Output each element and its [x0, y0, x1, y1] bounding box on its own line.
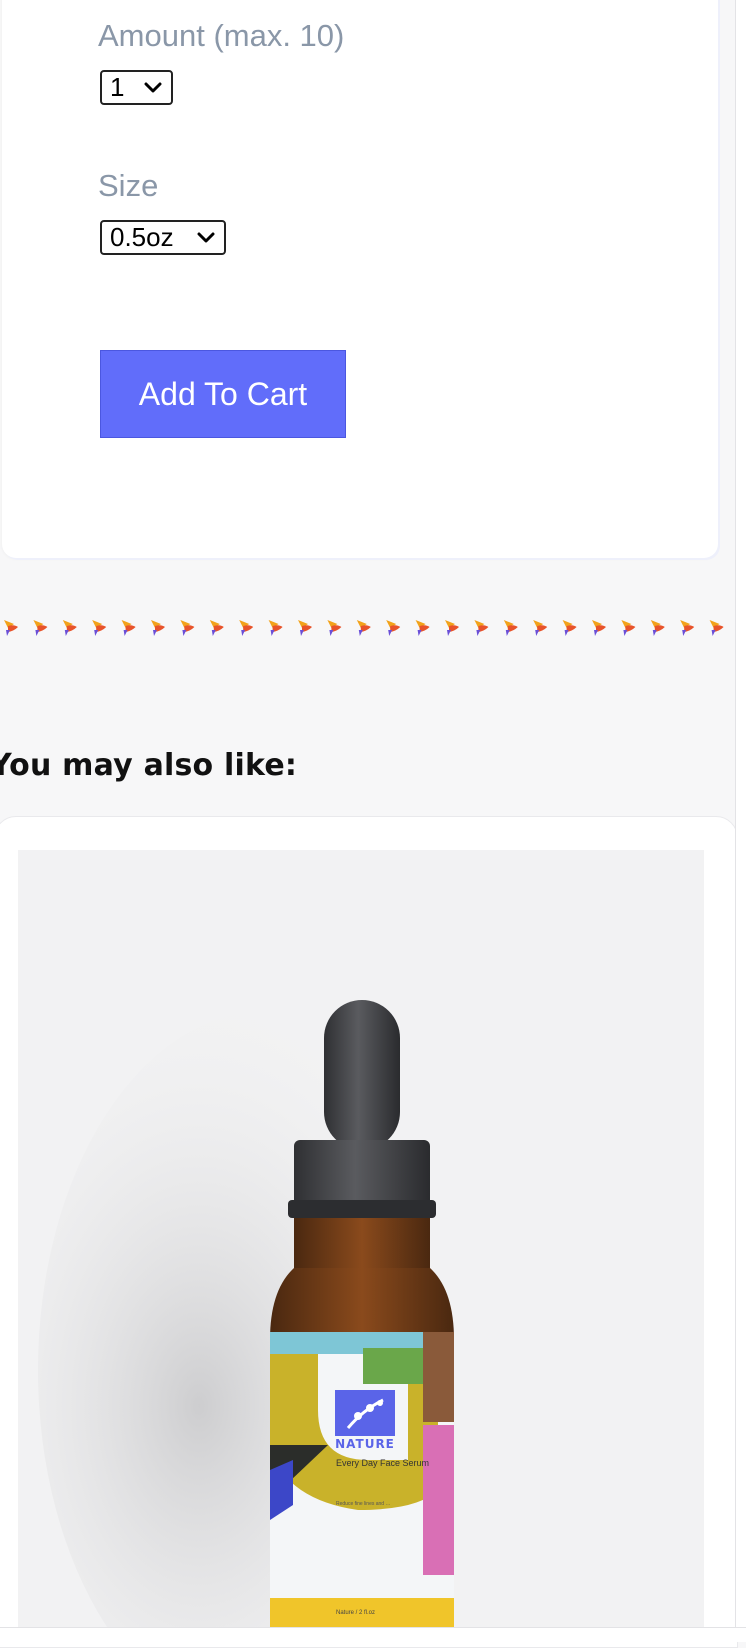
- size-select[interactable]: 0.5oz: [100, 220, 226, 255]
- amount-select-value: 1: [110, 72, 125, 102]
- hummingbird-icon: [503, 620, 518, 636]
- hummingbird-icon: [562, 620, 577, 636]
- hummingbird-icon: [445, 620, 459, 636]
- hummingbird-icon: [356, 620, 371, 636]
- size-select-value: 0.5oz: [110, 222, 174, 252]
- hummingbird-icon: [650, 620, 665, 636]
- hummingbird-icon: [298, 620, 312, 636]
- size-label: Size: [98, 168, 159, 203]
- amount-label: Amount (max. 10): [98, 18, 345, 53]
- hummingbird-icon: [4, 620, 18, 636]
- product-options-card: Amount (max. 10) 1 Size 0.5oz Add To Car…: [2, 0, 718, 558]
- amount-select[interactable]: 1: [100, 70, 173, 105]
- hummingbird-icon: [680, 620, 695, 636]
- hummingbird-icon: [33, 620, 48, 636]
- label-desc-text: Reduce fine lines and …: [336, 1501, 390, 1507]
- recommendations-title: You may also like:: [0, 748, 298, 783]
- hummingbird-icon: [592, 620, 606, 636]
- scrollbar-track[interactable]: [735, 0, 746, 1642]
- hummingbird-icon: [327, 620, 342, 636]
- chevron-down-icon: [197, 232, 215, 243]
- hummingbird-icon: [709, 620, 724, 636]
- hummingbird-icon: [92, 620, 107, 636]
- divider-graphic: [4, 620, 724, 636]
- hummingbird-icon: [268, 620, 283, 636]
- label-name-text: Every Day Face Serum: [336, 1458, 429, 1468]
- hummingbird-icon: [621, 620, 636, 636]
- hummingbird-icon: [151, 620, 165, 636]
- hummingbird-icon: [209, 620, 224, 636]
- window-bottom-edge: [0, 1627, 746, 1642]
- label-brand-text: NATURE: [335, 1437, 395, 1451]
- hummingbird-divider: [0, 614, 736, 642]
- add-to-cart-button[interactable]: Add To Cart: [100, 350, 346, 438]
- label-volume-text: Nature / 2 fl.oz: [336, 1610, 375, 1616]
- serum-bottle-illustration: NATURE Every Day Face Serum Reduce fine …: [18, 850, 704, 1628]
- hummingbird-icon: [239, 620, 254, 636]
- page: Amount (max. 10) 1 Size 0.5oz Add To Car…: [0, 0, 738, 1648]
- chevron-down-icon: [144, 82, 162, 93]
- hummingbird-icon: [415, 620, 430, 636]
- hummingbird-icon: [533, 620, 548, 636]
- hummingbird-icon: [62, 620, 77, 636]
- hummingbird-icon: [180, 620, 195, 636]
- product-image-face-serum[interactable]: NATURE Every Day Face Serum Reduce fine …: [18, 850, 704, 1628]
- hummingbird-icon: [121, 620, 136, 636]
- hummingbird-icon: [386, 620, 401, 636]
- hummingbird-icon: [474, 620, 489, 636]
